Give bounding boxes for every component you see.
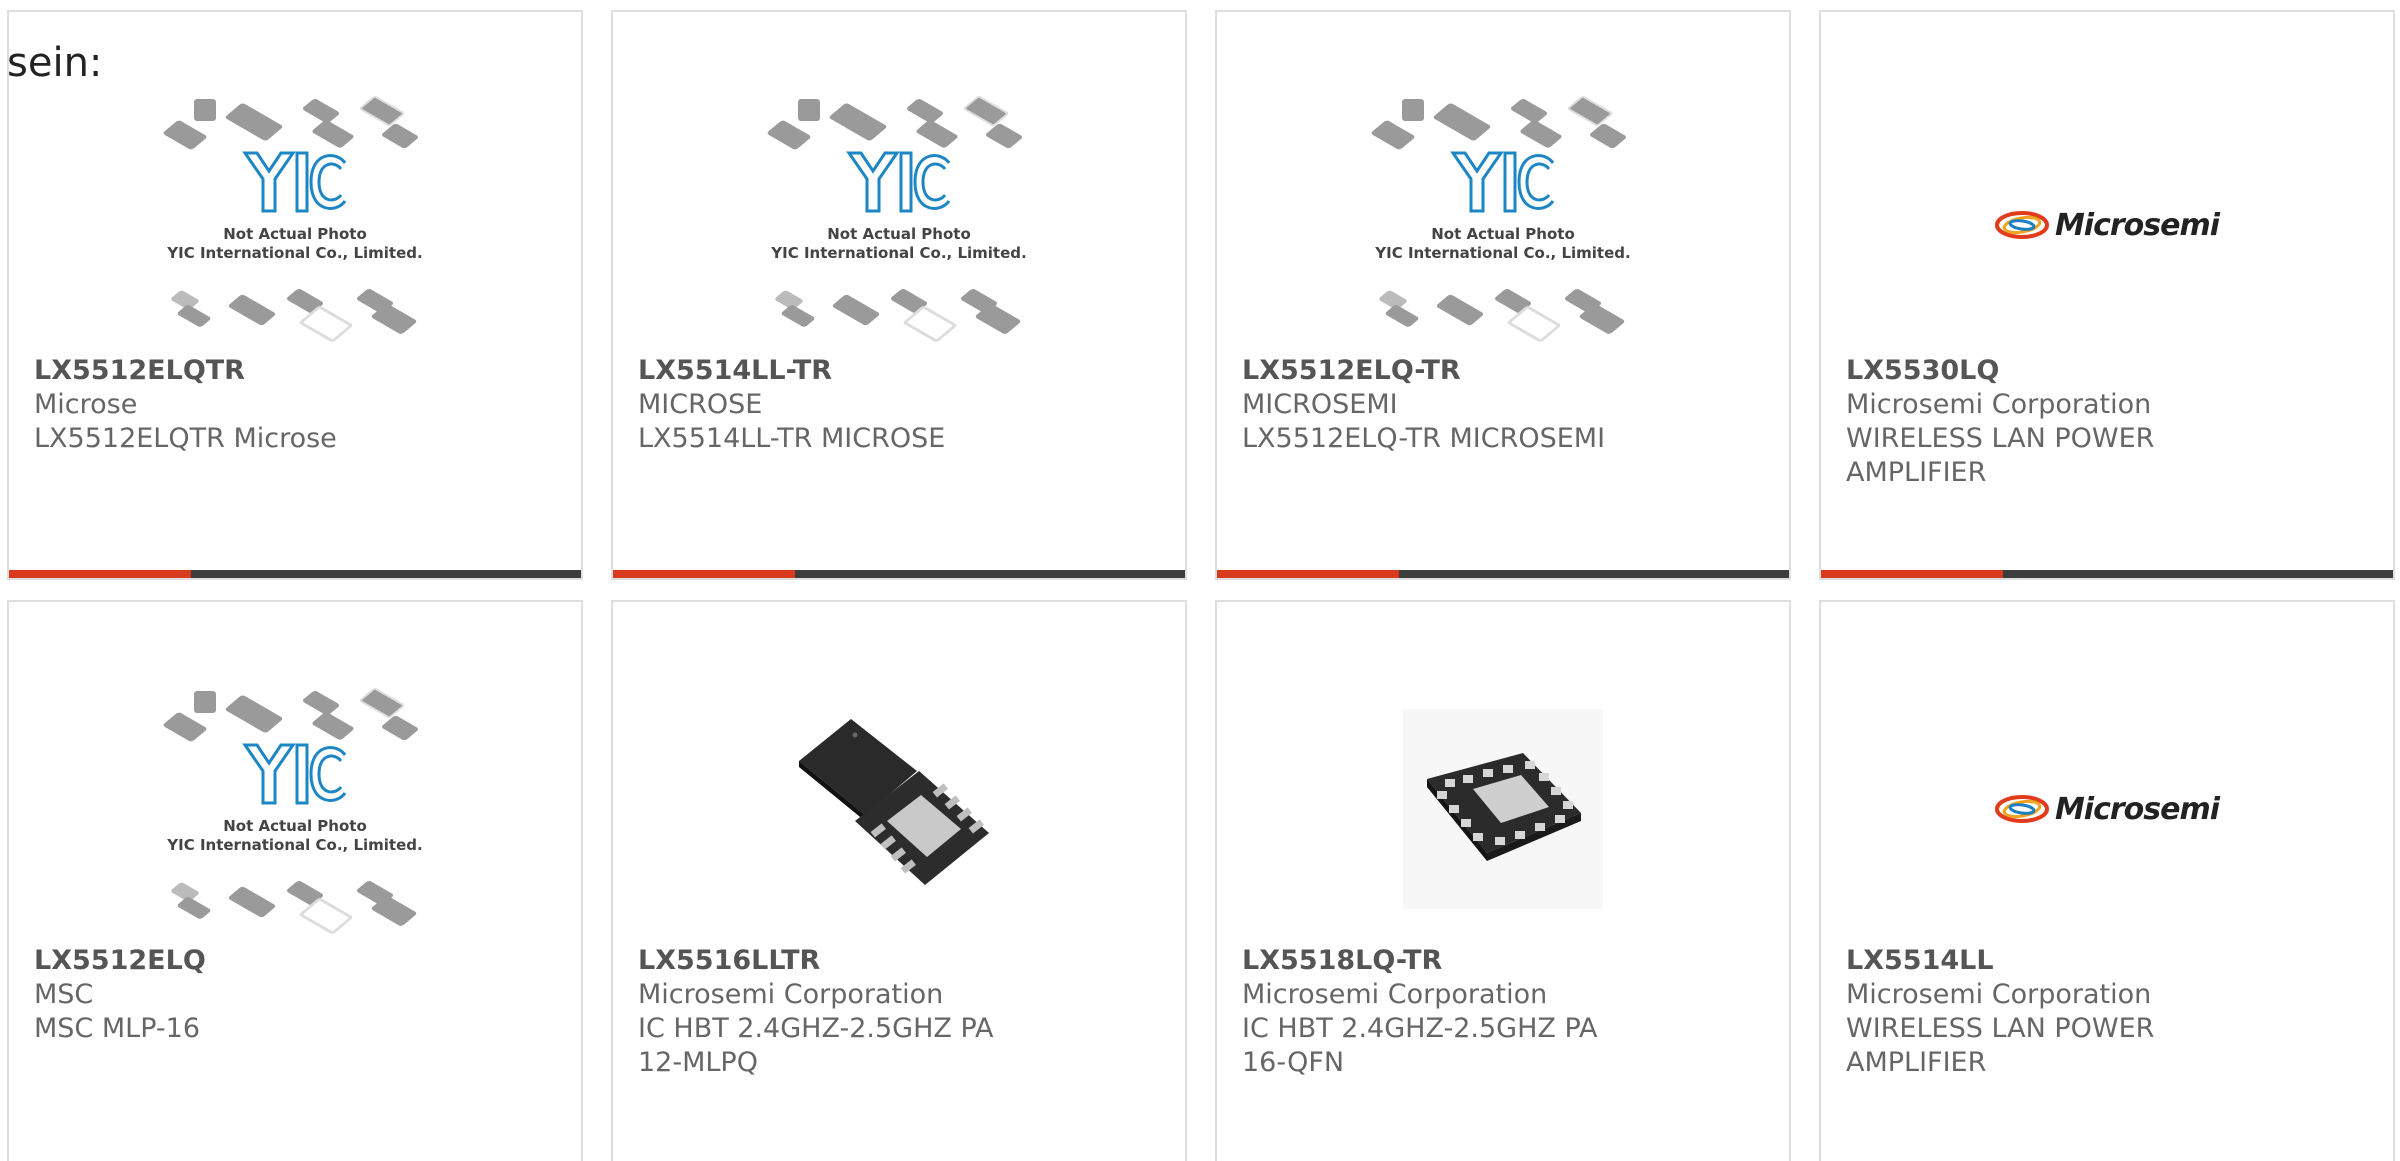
description: WIRELESS LAN POWER AMPLIFIER — [1846, 423, 2155, 488]
placeholder-caption-line1: Not Actual Photo — [1431, 225, 1575, 243]
manufacturer: MICROSEMI — [1242, 389, 1398, 420]
product-image[interactable]: Not Actual Photo YIC International Co., … — [1217, 92, 1789, 343]
not-actual-photo-placeholder: Not Actual Photo YIC International Co., … — [764, 95, 1034, 343]
product-grid-page: sein: Not Actual Photo YIC International… — [0, 0, 2400, 1161]
manufacturer: Microsemi Corporation — [1846, 979, 2152, 1010]
description: LX5512ELQTR Microse — [34, 423, 337, 454]
yic-logo-icon — [1450, 151, 1555, 213]
placeholder-caption-line2: YIC International Co., Limited. — [167, 836, 423, 854]
part-number-link[interactable]: LX5512ELQ — [34, 944, 561, 978]
card-bottom-bar — [613, 570, 1185, 578]
part-number-link[interactable]: LX5512ELQ-TR — [1242, 354, 1769, 388]
product-grid: Not Actual Photo YIC International Co., … — [0, 0, 2400, 1161]
card-accent-bar — [1217, 570, 1399, 578]
product-image[interactable]: Microsemi — [1821, 100, 2393, 350]
yic-logo-icon — [242, 743, 347, 805]
manufacturer: MICROSE — [638, 389, 763, 420]
microsemi-swirl-icon — [1994, 795, 2049, 823]
placeholder-caption-line1: Not Actual Photo — [223, 817, 367, 835]
yic-logo-icon — [242, 151, 347, 213]
qfn-chip-photo — [799, 719, 989, 885]
description: LX5514LL-TR MICROSE — [638, 423, 946, 454]
part-number-link[interactable]: LX5512ELQTR — [34, 354, 561, 388]
product-card[interactable]: Not Actual Photo YIC International Co., … — [7, 10, 583, 580]
card-bottom-bar — [9, 570, 581, 578]
product-card[interactable]: LX5518LQ-TR Microsemi Corporation IC HBT 2… — [1215, 600, 1791, 1161]
product-card[interactable]: Not Actual Photo YIC International Co., … — [1215, 10, 1791, 580]
product-card[interactable]: Microsemi LX5530LQ Microsemi Corporation W… — [1819, 10, 2395, 580]
card-accent-bar — [9, 570, 191, 578]
placeholder-caption-line2: YIC International Co., Limited. — [1375, 244, 1631, 262]
microsemi-logo-text: Microsemi — [2054, 207, 2220, 243]
microsemi-logo: Microsemi — [1994, 791, 2220, 827]
part-number-link[interactable]: LX5514LL-TR — [638, 354, 1165, 388]
product-card[interactable]: Not Actual Photo YIC International Co., … — [7, 600, 583, 1161]
placeholder-caption-line2: YIC International Co., Limited. — [771, 244, 1027, 262]
placeholder-caption-line1: Not Actual Photo — [223, 225, 367, 243]
product-card[interactable]: LX5516LLTR Microsemi Corporation IC HBT 2.… — [611, 600, 1187, 1161]
not-actual-photo-placeholder: Not Actual Photo YIC International Co., … — [1368, 95, 1638, 343]
manufacturer: Microsemi Corporation — [1846, 389, 2152, 420]
manufacturer: MSC — [34, 979, 94, 1010]
product-card[interactable]: Not Actual Photo YIC International Co., … — [611, 10, 1187, 580]
card-accent-bar — [613, 570, 795, 578]
product-image[interactable] — [613, 684, 1185, 934]
description: IC HBT 2.4GHZ-2.5GHZ PA 12-MLPQ — [638, 1013, 994, 1078]
placeholder-caption-line1: Not Actual Photo — [827, 225, 971, 243]
description: WIRELESS LAN POWER AMPLIFIER — [1846, 1013, 2155, 1078]
microsemi-logo: Microsemi — [1994, 207, 2220, 243]
not-actual-photo-placeholder: Not Actual Photo YIC International Co., … — [160, 687, 430, 935]
part-number-link[interactable]: LX5514LL — [1846, 944, 2373, 978]
card-accent-bar — [1821, 570, 2003, 578]
product-image[interactable]: Not Actual Photo YIC International Co., … — [613, 92, 1185, 343]
manufacturer: Microsemi Corporation — [638, 979, 944, 1010]
description: MSC MLP-16 — [34, 1013, 200, 1044]
card-bottom-bar — [1821, 570, 2393, 578]
microsemi-swirl-icon — [1994, 211, 2049, 239]
microsemi-logo-text: Microsemi — [2054, 791, 2220, 827]
part-number-link[interactable]: LX5518LQ-TR — [1242, 944, 1769, 978]
product-image[interactable]: Microsemi — [1821, 684, 2393, 934]
not-actual-photo-placeholder: Not Actual Photo YIC International Co., … — [160, 95, 430, 343]
product-image[interactable] — [1217, 684, 1789, 934]
intro-text: sein: — [7, 40, 103, 86]
placeholder-caption-line2: YIC International Co., Limited. — [167, 244, 423, 262]
description: LX5512ELQ-TR MICROSEMI — [1242, 423, 1606, 454]
qfn16-chip-photo — [1403, 709, 1603, 909]
product-card[interactable]: Microsemi LX5514LL Microsemi Corporation W… — [1819, 600, 2395, 1161]
card-bottom-bar — [1217, 570, 1789, 578]
product-image[interactable]: Not Actual Photo YIC International Co., … — [9, 92, 581, 343]
manufacturer: Microsemi Corporation — [1242, 979, 1548, 1010]
manufacturer: Microse — [34, 389, 138, 420]
part-number-link[interactable]: LX5516LLTR — [638, 944, 1165, 978]
yic-logo-icon — [846, 151, 951, 213]
product-image[interactable]: Not Actual Photo YIC International Co., … — [9, 684, 581, 935]
part-number-link[interactable]: LX5530LQ — [1846, 354, 2373, 388]
description: IC HBT 2.4GHZ-2.5GHZ PA 16-QFN — [1242, 1013, 1598, 1078]
